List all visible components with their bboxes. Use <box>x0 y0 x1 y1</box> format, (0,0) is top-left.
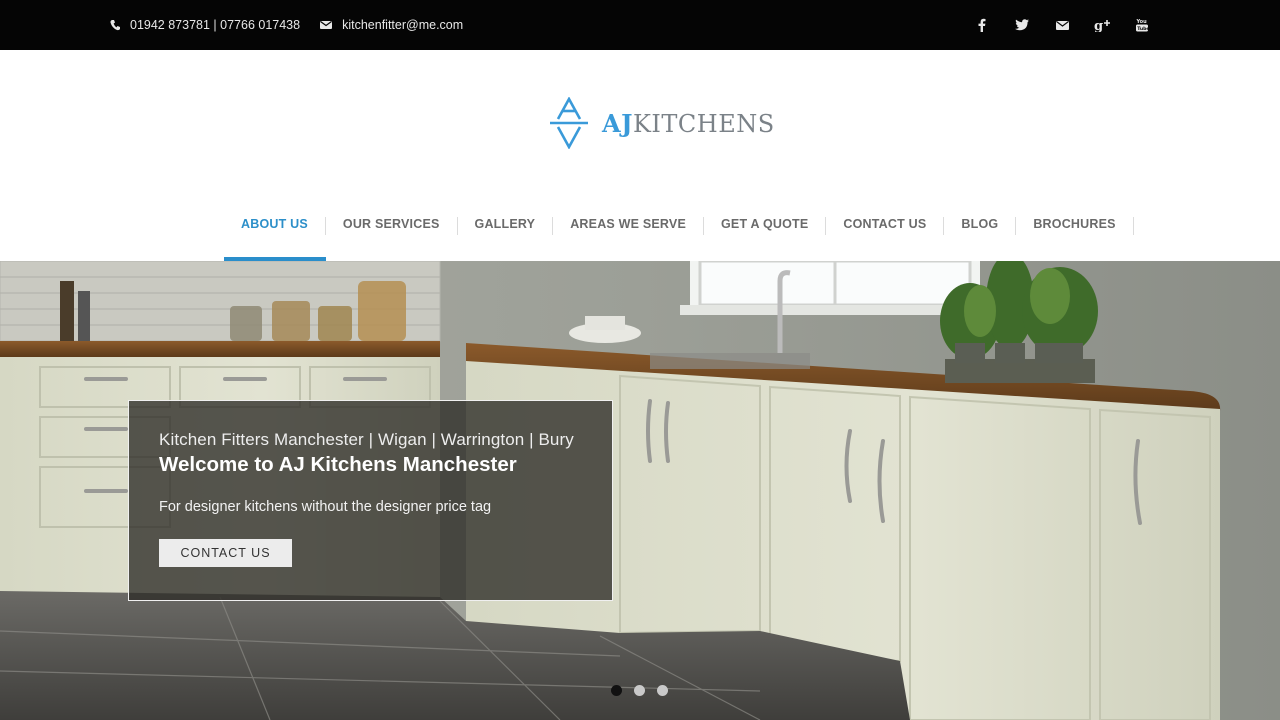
svg-text:You: You <box>1136 19 1147 25</box>
nav-item-brochures[interactable]: BROCHURES <box>1016 200 1135 261</box>
top-bar: 01942 873781 | 07766 017438 kitchenfitte… <box>0 0 1280 50</box>
site-logo[interactable]: AJKITCHENS <box>548 97 775 149</box>
nav-item-get-a-quote[interactable]: GET A QUOTE <box>704 200 827 261</box>
svg-text:g: g <box>1094 19 1103 32</box>
nav-label: CONTACT US <box>843 216 927 231</box>
hero-contact-button[interactable]: CONTACT US <box>159 539 292 567</box>
nav-item-our-services[interactable]: OUR SERVICES <box>326 200 458 261</box>
nav-label: BROCHURES <box>1033 216 1116 231</box>
nav-item-gallery[interactable]: GALLERY <box>458 200 554 261</box>
logo-brand-rest: KITCHENS <box>632 109 775 138</box>
site-header: AJKITCHENS ABOUT US OUR SERVICES GALLERY… <box>0 50 1280 261</box>
slider-pagination <box>611 685 680 696</box>
slide-dot-3[interactable] <box>657 685 668 696</box>
email-item: kitchenfitter@me.com <box>320 18 463 32</box>
nav-item-blog[interactable]: BLOG <box>944 200 1017 261</box>
hero-tagline: For designer kitchens without the design… <box>159 499 492 515</box>
mail-link[interactable] <box>1042 0 1082 50</box>
facebook-icon <box>978 18 986 32</box>
twitter-link[interactable] <box>1002 0 1042 50</box>
nav-label: BLOG <box>961 216 999 231</box>
phone-numbers[interactable]: 01942 873781 | 07766 017438 <box>130 18 300 32</box>
nav-item-about-us[interactable]: ABOUT US <box>224 200 326 261</box>
hero-title: Welcome to AJ Kitchens Manchester <box>159 453 517 476</box>
nav-label: OUR SERVICES <box>342 216 440 231</box>
hero-subtitle: Kitchen Fitters Manchester | Wigan | War… <box>159 430 574 449</box>
facebook-link[interactable] <box>962 0 1002 50</box>
main-nav: ABOUT US OUR SERVICES GALLERY AREAS WE S… <box>224 200 1135 261</box>
slide-dot-1[interactable] <box>611 685 622 696</box>
slide-dot-2[interactable] <box>634 685 645 696</box>
social-links: g You Tube <box>962 0 1162 50</box>
mail-icon <box>1055 20 1069 30</box>
email-address[interactable]: kitchenfitter@me.com <box>342 18 463 32</box>
nav-label: AREAS WE SERVE <box>570 216 686 231</box>
nav-label: ABOUT US <box>241 216 308 231</box>
google-plus-icon: g <box>1094 19 1110 32</box>
twitter-icon <box>1015 19 1029 31</box>
phone-icon <box>110 20 120 31</box>
nav-item-areas-we-serve[interactable]: AREAS WE SERVE <box>553 200 704 261</box>
envelope-icon <box>320 21 333 29</box>
nav-item-contact-us[interactable]: CONTACT US <box>826 200 945 261</box>
aj-monogram-icon <box>550 97 588 149</box>
hero-caption: Kitchen Fitters Manchester | Wigan | War… <box>128 400 613 601</box>
nav-label: GET A QUOTE <box>721 216 809 231</box>
youtube-link[interactable]: You Tube <box>1122 0 1162 50</box>
logo-brand-bold: AJ <box>602 108 633 138</box>
youtube-icon: You Tube <box>1136 19 1148 32</box>
google-plus-link[interactable]: g <box>1082 0 1122 50</box>
contact-info: 01942 873781 | 07766 017438 kitchenfitte… <box>110 0 463 50</box>
phone-item: 01942 873781 | 07766 017438 <box>110 18 300 32</box>
nav-label: GALLERY <box>474 216 536 231</box>
logo-wordmark: AJKITCHENS <box>602 109 775 138</box>
svg-text:Tube: Tube <box>1137 26 1148 32</box>
